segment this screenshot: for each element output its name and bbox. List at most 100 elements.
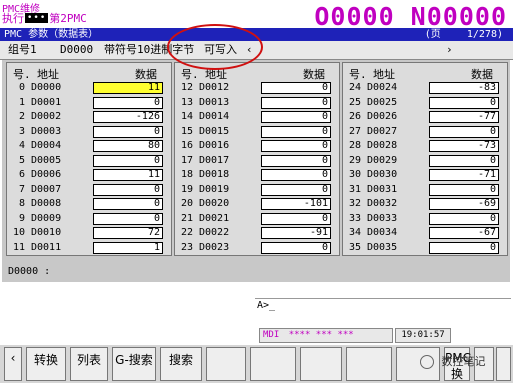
row-value-field[interactable]: 0 (429, 241, 499, 254)
row-value-field[interactable]: -101 (261, 198, 331, 210)
softkey-6[interactable] (250, 347, 296, 381)
row-value-field[interactable]: 0 (429, 212, 499, 225)
group-address: D0000 (60, 43, 94, 56)
row-number: 29 (348, 154, 361, 166)
row-value-field[interactable]: 0 (261, 82, 331, 94)
softkey-2[interactable]: 列表 (70, 347, 108, 381)
row-value-field[interactable]: -83 (429, 82, 499, 94)
row-address: D0018 (199, 169, 230, 180)
row-value-field[interactable]: -77 (429, 111, 499, 123)
row-address: D0009 (31, 212, 62, 224)
table-row: 26 D0026 -77 (343, 110, 507, 124)
row-number: 28 (348, 140, 361, 151)
softkey-7[interactable] (300, 347, 342, 381)
softkey-return[interactable]: ‹ (4, 347, 22, 381)
page-indicator: (页 1/278) (425, 28, 503, 41)
col-header-data: 数据 (135, 68, 157, 81)
row-value-field[interactable]: 0 (93, 96, 163, 109)
row-value-field[interactable]: 0 (93, 154, 163, 167)
softkey-4[interactable]: 搜索 (160, 347, 202, 381)
table-row: 28 D0028 -73 (343, 139, 507, 153)
table-row: 10 D0010 72 (7, 226, 171, 240)
row-address: D0024 (367, 82, 398, 93)
softkey-5[interactable] (206, 347, 246, 381)
chevron-right-icon[interactable]: › (446, 41, 453, 59)
row-address: D0007 (31, 183, 62, 195)
row-address: D0004 (31, 140, 62, 151)
table-row: 11 D0011 1 (7, 241, 171, 255)
row-value-field[interactable]: 11 (93, 169, 163, 181)
softkey-1[interactable]: 转换 (26, 347, 66, 381)
table-panel-2: 号. 地址 数据 12 D0012 0 13 D0013 0 14 D0014 0 15 D0015 0 16… (174, 62, 340, 256)
table-row: 32 D0032 -69 (343, 197, 507, 211)
row-value-field[interactable]: -67 (429, 227, 499, 239)
status-stars: **** *** *** (288, 330, 354, 340)
row-value-field[interactable]: 0 (93, 212, 163, 225)
row-value-field[interactable]: 0 (93, 198, 163, 210)
row-value-field[interactable]: -91 (261, 227, 331, 239)
col-header-data: 数据 (471, 68, 493, 81)
row-number: 34 (348, 227, 361, 238)
row-value-field[interactable]: 0 (261, 154, 331, 167)
row-address: D0023 (199, 241, 230, 253)
row-value-field[interactable]: 0 (261, 241, 331, 254)
table-row: 24 D0024 -83 (343, 81, 507, 95)
row-address: D0010 (31, 227, 62, 238)
row-value-field[interactable]: 0 (261, 169, 331, 181)
row-number: 5 (18, 154, 25, 166)
softkey-12[interactable] (496, 347, 511, 381)
row-value-field[interactable]: 0 (261, 96, 331, 109)
row-address: D0011 (31, 241, 62, 253)
row-address: D0000 (31, 82, 62, 93)
row-address: D0035 (367, 241, 398, 253)
table-row: 33 D0033 0 (343, 212, 507, 226)
row-number: 0 (18, 82, 25, 93)
row-address: D0020 (199, 198, 230, 209)
row-value-field[interactable]: 0 (261, 212, 331, 225)
row-value-field[interactable]: 0 (429, 154, 499, 167)
row-number: 6 (18, 169, 25, 180)
row-value-field[interactable]: -73 (429, 140, 499, 152)
row-number: 14 (180, 111, 193, 122)
row-address: D0032 (367, 198, 398, 209)
row-number: 32 (348, 198, 361, 209)
row-address: D0012 (199, 82, 230, 93)
row-value-field[interactable]: 0 (261, 125, 331, 138)
table-panel-3: 号. 地址 数据 24 D0024 -83 25 D0025 0 26 D0026 -77 27 D002… (342, 62, 508, 256)
col-header-data: 数据 (303, 68, 325, 81)
softkey-3[interactable]: G-搜索 (112, 347, 156, 381)
softkey-8[interactable] (346, 347, 392, 381)
key-input-line[interactable]: A>_ (255, 298, 511, 311)
row-number: 10 (12, 227, 25, 238)
row-number: 11 (12, 241, 25, 253)
row-value-field[interactable]: 0 (261, 183, 331, 196)
row-value-field[interactable]: 0 (261, 111, 331, 123)
table-row: 7 D0007 0 (7, 183, 171, 197)
row-value-field[interactable]: 80 (93, 140, 163, 152)
row-value-field[interactable]: -126 (93, 111, 163, 123)
table-row: 31 D0031 0 (343, 183, 507, 197)
mode-line: 执行 ••• 第2PMC (2, 11, 87, 25)
row-value-field[interactable]: 1 (93, 241, 163, 254)
row-value-field[interactable]: 0 (429, 183, 499, 196)
row-value-field[interactable]: 0 (429, 125, 499, 138)
table-row: 19 D0019 0 (175, 183, 339, 197)
page-value: 1/278) (466, 29, 503, 40)
row-value-field[interactable]: 11 (93, 82, 163, 94)
row-number: 16 (180, 140, 193, 151)
table-row: 18 D0018 0 (175, 168, 339, 182)
mode-indicator: ••• (25, 12, 49, 23)
row-value-field[interactable]: 0 (93, 183, 163, 196)
row-number: 24 (348, 82, 361, 93)
path-label: 第2PMC (49, 11, 87, 25)
row-value-field[interactable]: -71 (429, 169, 499, 181)
col-header-no: 号. (13, 68, 31, 81)
row-value-field[interactable]: 0 (429, 96, 499, 109)
row-number: 8 (18, 198, 25, 209)
row-value-field[interactable]: -69 (429, 198, 499, 210)
row-number: 23 (180, 241, 193, 253)
group-label: 组号1 (8, 43, 37, 56)
row-value-field[interactable]: 72 (93, 227, 163, 239)
row-value-field[interactable]: 0 (93, 125, 163, 138)
row-value-field[interactable]: 0 (261, 140, 331, 152)
